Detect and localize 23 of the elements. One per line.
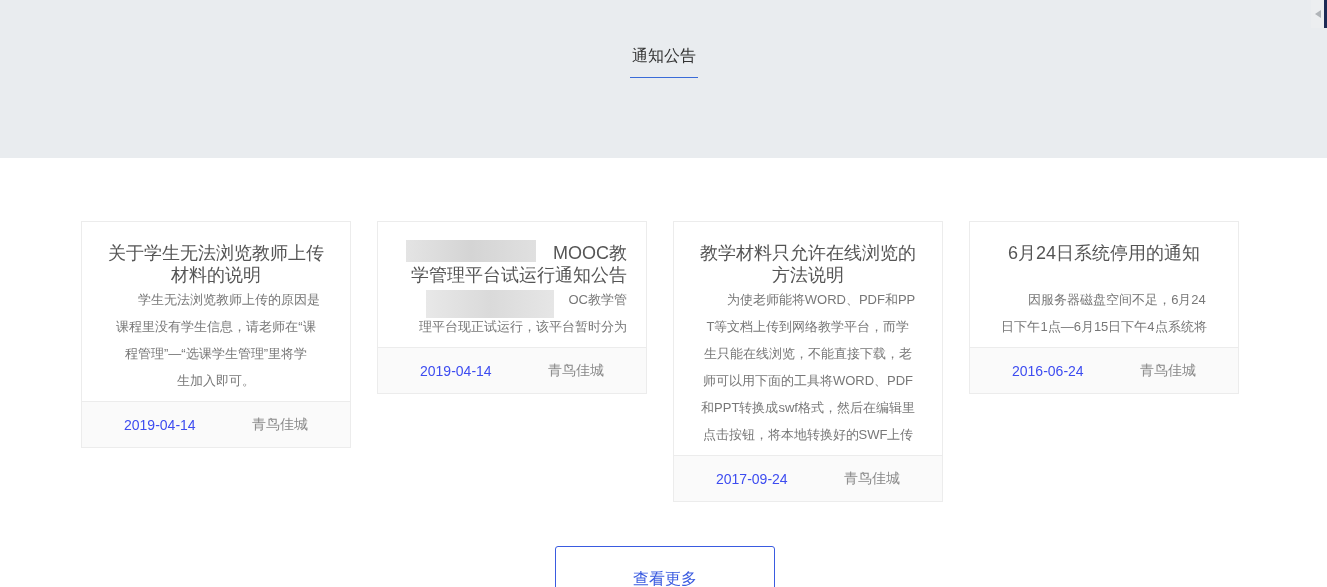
notice-card[interactable]: 6月24日系统停用的通知 因服务器磁盘空间不足，6月24 日下午1点—6月15日下午4点系统将 2016-06-24 青鸟佳城 [969,221,1239,394]
notice-date: 2017-09-24 [716,470,788,487]
notice-title: MOOC教 学管理平台试运行通知公告 [410,242,628,286]
notice-author: 青鸟佳城 [251,415,308,434]
notice-title: 6月24日系统停用的通知 [1006,242,1201,265]
notice-card[interactable]: 教学材料只允许在线浏览的 方法说明 为使老师能将WORD、PDF和PP T等文档上传到网络教学平台，而学 生只能在线浏览，不能直接下载，老 师可以用下面的工具将WORD、PDF 和PPT转换成swf格式，然后在编辑里 点击按钮，将本地转换好的SWF上传 2017-09-24 青鸟佳城 [673,221,943,502]
notice-date: 2019-04-14 [124,416,196,433]
notice-author: 青鸟佳城 [1139,361,1196,380]
notice-date: 2019-04-14 [420,362,492,379]
notice-card[interactable]: MOOC教 学管理平台试运行通知公告 OC教学管 理平台现正试运行，该平台暂时分为 2019-04-14 青鸟佳城 [377,221,647,394]
notice-excerpt: 因服务器磁盘空间不足，6月24 日下午1点—6月15日下午4点系统将 [1000,291,1208,336]
notice-excerpt: 为使老师能将WORD、PDF和PP T等文档上传到网络教学平台，而学 生只能在线浏览，不能直接下载，老 师可以用下面的工具将WORD、PDF 和PPT转换成swf格式，然后在编辑里 点击按钮，将本地转换好的SWF上传 [700,291,917,444]
section-title: 通知公告 [629,45,698,78]
notice-card[interactable]: 关于学生无法浏览教师上传 材料的说明 学生无法浏览教师上传的原因是 课程里没有学生信息，请老师在“课 程管理”—“选课学生管理”里将学 生加入即可。 2019-04-14 青鸟佳城 [81,221,351,448]
notice-title: 关于学生无法浏览教师上传 材料的说明 [107,242,325,286]
notice-excerpt: OC教学管 理平台现正试运行，该平台暂时分为 [418,291,628,336]
notice-author: 青鸟佳城 [843,469,900,488]
notice-date: 2016-06-24 [1012,362,1084,379]
caret-icon [1314,10,1321,18]
view-more-button[interactable]: 查看更多 [555,546,775,587]
notice-excerpt: 学生无法浏览教师上传的原因是 课程里没有学生信息，请老师在“课 程管理”—“选课学生管理”里将学 生加入即可。 [115,291,321,390]
notice-author: 青鸟佳城 [547,361,604,380]
notice-title: 教学材料只允许在线浏览的 方法说明 [699,242,917,286]
